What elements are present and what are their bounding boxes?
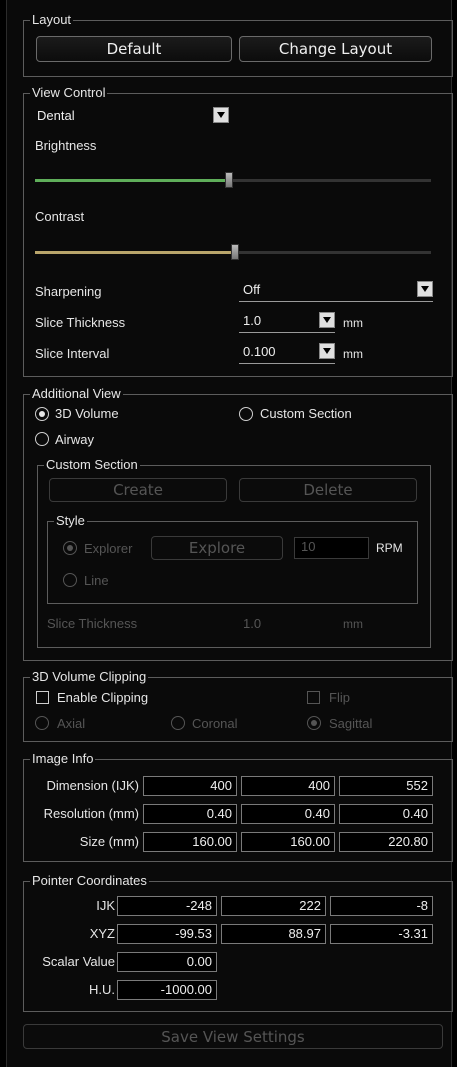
image-info-title: Image Info (32, 751, 94, 766)
rpm-field[interactable]: 10 (294, 537, 369, 559)
ijk-i: -248 (117, 896, 217, 916)
view-preset-dropdown[interactable]: Dental (33, 106, 229, 128)
rpm-unit: RPM (376, 541, 403, 555)
size-k: 220.80 (339, 832, 433, 852)
brightness-label: Brightness (35, 138, 97, 153)
resolution-label: Resolution (mm) (43, 806, 139, 821)
view-control-group: View Control (23, 86, 453, 377)
contrast-slider[interactable] (35, 244, 431, 260)
radio-custom-section[interactable] (239, 407, 253, 421)
resolution-k: 0.40 (339, 804, 433, 824)
clipping-group: 3D Volume Clipping (23, 670, 453, 742)
create-button[interactable]: Create (49, 478, 227, 502)
slice-thickness-dropdown[interactable]: 1.0 (239, 311, 335, 333)
label-3d-volume: 3D Volume (55, 406, 119, 421)
ijk-j: 222 (221, 896, 326, 916)
hu-field: -1000.00 (117, 980, 217, 1000)
radio-line[interactable] (63, 573, 77, 587)
change-layout-button[interactable]: Change Layout (239, 36, 432, 62)
view-control-title: View Control (32, 85, 106, 100)
style-title: Style (56, 513, 85, 528)
resolution-i: 0.40 (143, 804, 237, 824)
clipping-title: 3D Volume Clipping (32, 669, 147, 684)
ijk-k: -8 (330, 896, 433, 916)
xyz-y: 88.97 (221, 924, 326, 944)
radio-coronal[interactable] (171, 716, 185, 730)
radio-3d-volume[interactable] (35, 407, 49, 421)
chevron-down-icon[interactable] (319, 343, 335, 359)
slice-interval-value: 0.100 (243, 344, 276, 359)
dimension-j: 400 (241, 776, 335, 796)
contrast-slider-fill (35, 251, 235, 254)
chevron-down-icon[interactable] (417, 281, 433, 297)
enable-clipping-checkbox[interactable] (36, 691, 49, 704)
label-sagittal: Sagittal (329, 716, 373, 731)
radio-sagittal[interactable] (307, 716, 321, 730)
contrast-slider-handle[interactable] (230, 244, 239, 260)
label-explorer: Explorer (84, 541, 133, 556)
dimension-i: 400 (143, 776, 237, 796)
additional-view-title: Additional View (32, 386, 121, 401)
size-label: Size (mm) (79, 834, 139, 849)
label-airway: Airway (55, 432, 95, 447)
label-coronal: Coronal (192, 716, 238, 731)
explore-button[interactable]: Explore (151, 536, 283, 560)
delete-button[interactable]: Delete (239, 478, 417, 502)
slice-interval-unit: mm (343, 347, 363, 361)
radio-explorer[interactable] (63, 541, 77, 555)
scalar-value-field: 0.00 (117, 952, 217, 972)
label-custom-section: Custom Section (260, 406, 352, 421)
slice-thickness-value: 1.0 (243, 313, 262, 328)
view-preset-value: Dental (37, 108, 75, 123)
settings-panel: Layout Default Change Layout View Contro… (6, 0, 453, 1067)
scalar-value-label: Scalar Value (42, 954, 115, 969)
chevron-down-icon[interactable] (213, 107, 229, 123)
xyz-z: -3.31 (330, 924, 433, 944)
custom-slice-thickness-value: 1.0 (243, 616, 262, 631)
sharpening-dropdown[interactable]: Off (239, 280, 433, 302)
slice-thickness-unit: mm (343, 316, 363, 330)
custom-section-title: Custom Section (46, 457, 138, 472)
slice-interval-dropdown[interactable]: 0.100 (239, 342, 335, 364)
sharpening-value: Off (243, 282, 261, 297)
brightness-slider-handle[interactable] (225, 172, 234, 188)
xyz-x: -99.53 (117, 924, 217, 944)
xyz-label: XYZ (89, 926, 115, 941)
hu-label: H.U. (89, 982, 115, 997)
dimension-label: Dimension (IJK) (46, 778, 139, 793)
save-view-settings-button[interactable]: Save View Settings (23, 1024, 443, 1049)
custom-slice-thickness-unit: mm (343, 617, 363, 631)
layout-group-title: Layout (32, 12, 72, 27)
contrast-label: Contrast (35, 209, 85, 224)
slice-interval-label: Slice Interval (35, 346, 110, 361)
brightness-slider-fill (35, 179, 230, 182)
pointer-coordinates-title: Pointer Coordinates (32, 873, 147, 888)
custom-slice-thickness-label: Slice Thickness (47, 616, 138, 631)
ijk-label: IJK (96, 898, 115, 913)
size-j: 160.00 (241, 832, 335, 852)
sharpening-label: Sharpening (35, 284, 102, 299)
enable-clipping-label: Enable Clipping (57, 690, 149, 705)
radio-axial[interactable] (35, 716, 49, 730)
size-i: 160.00 (143, 832, 237, 852)
resolution-j: 0.40 (241, 804, 335, 824)
label-line: Line (84, 573, 109, 588)
flip-checkbox[interactable] (307, 691, 320, 704)
slice-thickness-label: Slice Thickness (35, 315, 126, 330)
brightness-slider[interactable] (35, 172, 431, 188)
dimension-k: 552 (339, 776, 433, 796)
flip-label: Flip (329, 690, 350, 705)
label-axial: Axial (57, 716, 86, 731)
chevron-down-icon[interactable] (319, 312, 335, 328)
radio-airway[interactable] (35, 432, 49, 446)
default-layout-button[interactable]: Default (36, 36, 232, 62)
